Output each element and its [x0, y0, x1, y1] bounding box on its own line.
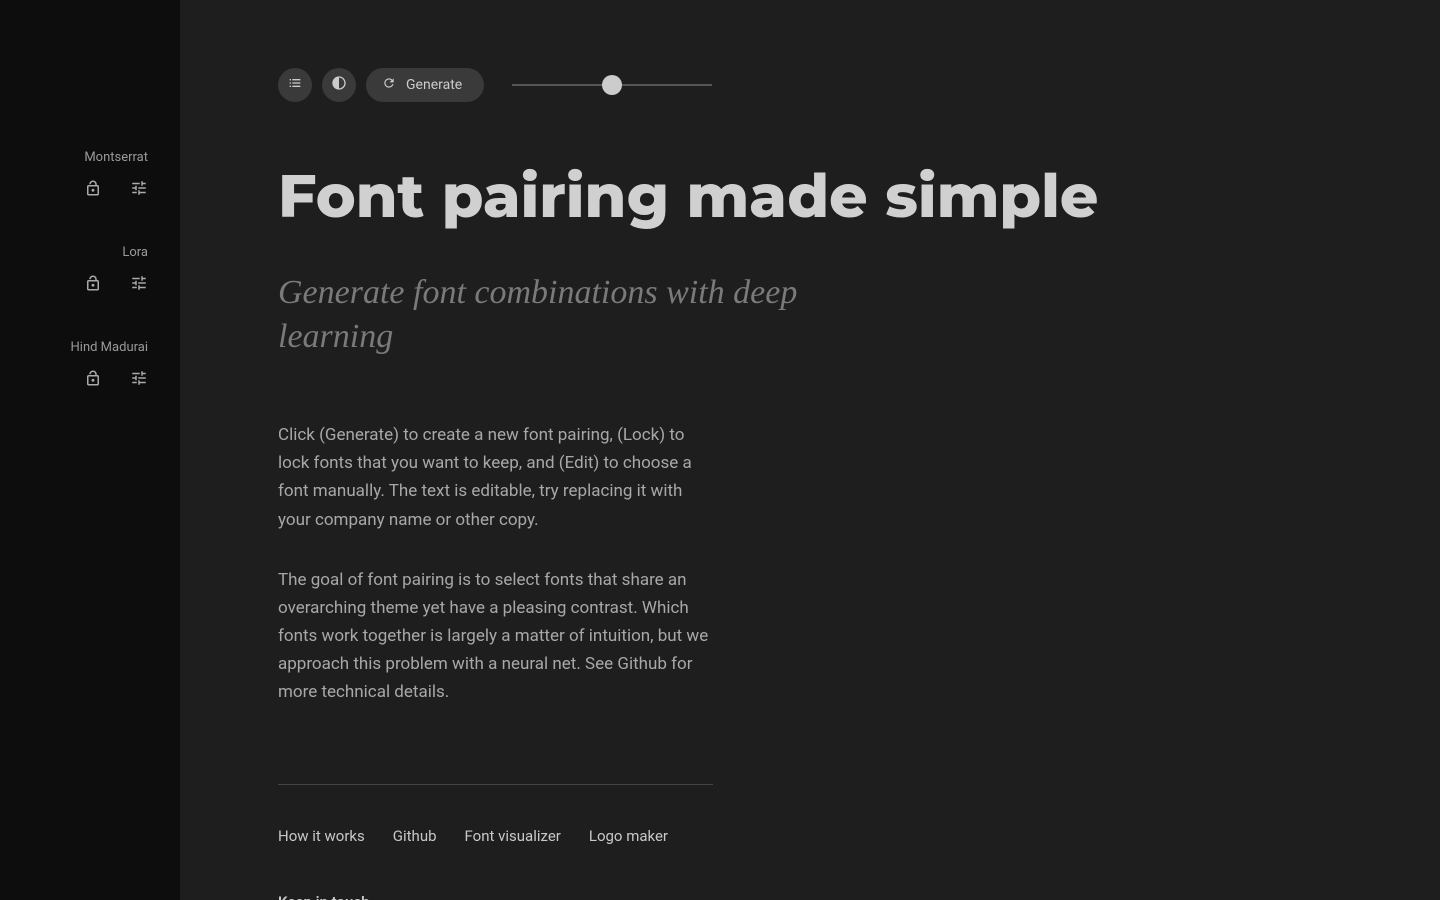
font-controls	[84, 274, 148, 292]
tune-icon[interactable]	[130, 179, 148, 197]
font-item-secondary: Lora	[32, 245, 148, 292]
divider	[278, 784, 713, 785]
generate-label: Generate	[406, 77, 462, 93]
contrast-icon	[331, 75, 347, 95]
font-name-label: Montserrat	[84, 150, 148, 165]
body-paragraph-2[interactable]: The goal of font pairing is to select fo…	[278, 566, 716, 706]
refresh-icon	[382, 76, 396, 94]
footer-link-logo-maker[interactable]: Logo maker	[589, 827, 668, 845]
footer-link-github[interactable]: Github	[393, 827, 437, 845]
footer-links: How it works Github Font visualizer Logo…	[278, 827, 1342, 845]
headline[interactable]: Font pairing made simple	[278, 160, 1342, 233]
lock-icon[interactable]	[84, 179, 102, 197]
tune-icon[interactable]	[130, 274, 148, 292]
slider[interactable]	[512, 84, 712, 86]
lock-icon[interactable]	[84, 369, 102, 387]
font-controls	[84, 179, 148, 197]
font-name-label: Hind Madurai	[71, 340, 148, 355]
lock-icon[interactable]	[84, 274, 102, 292]
font-controls	[84, 369, 148, 387]
footer-link-how-it-works[interactable]: How it works	[278, 827, 365, 845]
keep-in-touch-heading: Keep in touch	[278, 893, 1342, 900]
list-button[interactable]	[278, 68, 312, 102]
contrast-button[interactable]	[322, 68, 356, 102]
generate-button[interactable]: Generate	[366, 68, 484, 102]
font-name-label: Lora	[122, 245, 148, 260]
footer-link-font-visualizer[interactable]: Font visualizer	[465, 827, 561, 845]
subheadline[interactable]: Generate font combinations with deep lea…	[278, 271, 808, 359]
font-item-primary: Montserrat	[32, 150, 148, 197]
font-item-body: Hind Madurai	[32, 340, 148, 387]
tune-icon[interactable]	[130, 369, 148, 387]
toolbar: Generate	[278, 68, 1342, 102]
slider-thumb[interactable]	[602, 75, 622, 95]
body-paragraph-1[interactable]: Click (Generate) to create a new font pa…	[278, 421, 716, 533]
main-content: Generate Font pairing made simple Genera…	[180, 0, 1440, 900]
list-icon	[287, 75, 303, 95]
sidebar: Montserrat Lora Hind Madurai	[0, 0, 180, 900]
